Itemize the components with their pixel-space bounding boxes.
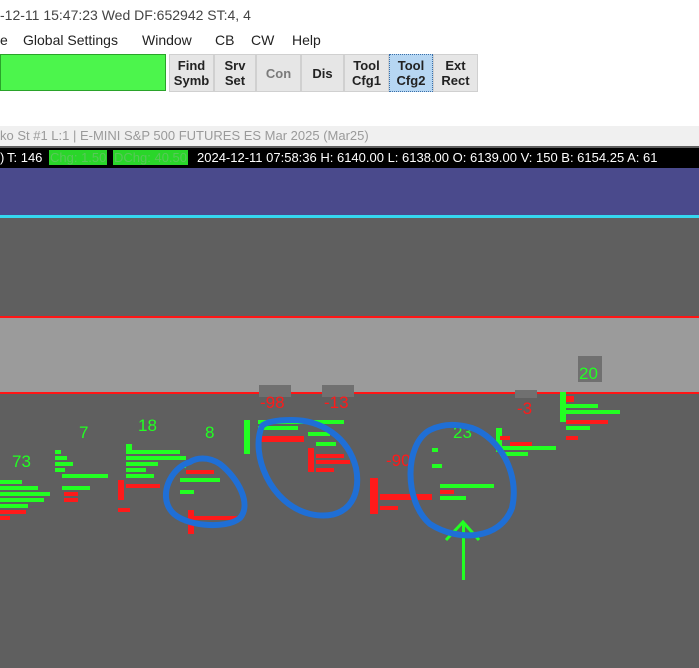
chart-title-bar: ko St #1 L:1 | E-MINI S&P 500 FUTURES ES…: [0, 126, 699, 146]
sell-bar: [64, 498, 78, 502]
buy-bar: [432, 448, 438, 452]
tool-config1-button[interactable]: Tool Cfg1: [344, 54, 389, 92]
buy-bar: [500, 446, 556, 450]
delta-label: -98: [260, 393, 285, 412]
chart-background: [0, 168, 699, 668]
buy-bar: [126, 444, 132, 450]
buy-bar: [566, 410, 620, 414]
sell-bar: [380, 506, 398, 510]
sell-bar: [566, 396, 574, 402]
menu-item-file[interactable]: e: [0, 32, 8, 48]
menu-item-global-settings[interactable]: Global Settings: [23, 32, 118, 48]
sell-bar: [0, 516, 10, 520]
delta-label: -3: [517, 399, 532, 418]
window-titlebar: -12-11 15:47:23 Wed DF:652942 ST:4, 4: [0, 0, 699, 30]
buy-bar: [0, 492, 50, 496]
buy-bar: [0, 480, 22, 484]
price-chart[interactable]: 73 7 18 8 -98 -13 -90 23 -3 20: [0, 168, 699, 668]
buy-bar: [566, 426, 590, 430]
buy-bar: [180, 490, 194, 494]
delta-label: 20: [579, 364, 598, 383]
delta-label: 18: [138, 416, 157, 435]
entry-arrow: [462, 522, 465, 580]
menu-item-help[interactable]: Help: [292, 32, 321, 48]
buy-bar: [126, 474, 154, 478]
tool-config2-button[interactable]: Tool Cfg2: [389, 54, 433, 92]
menu-item-window[interactable]: Window: [142, 32, 192, 48]
buy-bar: [55, 450, 61, 454]
menu-item-cw[interactable]: CW: [251, 32, 274, 48]
buy-bar: [0, 504, 28, 508]
buy-bar: [244, 420, 250, 454]
upper-red-line: [0, 316, 699, 318]
buy-bar: [316, 442, 336, 446]
sell-bar: [510, 442, 532, 446]
buy-bar: [0, 486, 38, 490]
buy-bar: [560, 392, 566, 422]
sell-bar: [186, 470, 214, 474]
sell-bar: [500, 436, 510, 440]
buy-bar: [126, 462, 158, 466]
sell-bar: [126, 484, 160, 488]
sell-bar: [118, 480, 124, 500]
sell-bar: [566, 436, 578, 440]
sell-bar: [118, 508, 130, 512]
info-tick-count: T: 146: [7, 150, 43, 165]
info-prefix: ): [0, 150, 5, 165]
buy-bar: [0, 498, 44, 502]
buy-bar: [126, 468, 146, 472]
menu-item-cb[interactable]: CB: [215, 32, 234, 48]
window-title: -12-11 15:47:23 Wed DF:652942 ST:4, 4: [0, 7, 251, 23]
buy-bar: [62, 474, 108, 478]
sell-bar: [370, 478, 378, 514]
delta-label: -90: [386, 451, 411, 470]
chart-title: ko St #1 L:1 | E-MINI S&P 500 FUTURES ES…: [0, 128, 369, 143]
info-bar-details: 2024-12-11 07:58:36 H: 6140.00 L: 6138.0…: [197, 150, 658, 165]
buy-bar: [308, 432, 330, 436]
buy-bar: [566, 404, 598, 408]
buy-bar: [55, 456, 67, 460]
buy-bar: [432, 464, 442, 468]
buy-bar: [126, 456, 186, 460]
sell-bar: [316, 460, 350, 464]
find-symbol-button[interactable]: Find Symb: [169, 54, 214, 92]
cyan-level-line: [0, 215, 699, 218]
chart-info-bar: ) T: 146 Chg: 1.50 DChg: 40.50 2024-12-1…: [0, 148, 699, 168]
sell-bar: [0, 510, 26, 514]
buy-bar: [62, 486, 90, 490]
buy-bar: [55, 468, 65, 472]
toolbar: Find Symb Srv Set Con Dis Tool Cfg1 Tool…: [0, 52, 699, 127]
delta-label: 7: [79, 423, 88, 442]
delta-label: 73: [12, 452, 31, 471]
label-box: [515, 390, 537, 398]
sell-bar: [316, 454, 344, 458]
sell-bar: [308, 448, 314, 472]
info-change: Chg: 1.50: [49, 150, 108, 165]
sell-bar: [380, 494, 432, 500]
buy-bar: [440, 484, 494, 488]
buy-bar: [126, 450, 180, 454]
sell-bar: [440, 490, 454, 494]
indicator-band: [0, 168, 699, 216]
server-settings-button[interactable]: Srv Set: [214, 54, 256, 92]
sell-bar: [258, 436, 304, 442]
symbol-input-field[interactable]: [0, 54, 166, 91]
connect-button[interactable]: Con: [256, 54, 301, 92]
sell-bar: [316, 468, 334, 472]
buy-bar: [180, 478, 220, 482]
buy-bar: [55, 462, 73, 466]
info-daily-change: DChg: 40.50: [113, 150, 188, 165]
extend-rectangle-button[interactable]: Ext Rect: [433, 54, 478, 92]
buy-bar: [440, 496, 466, 500]
menu-bar: e Global Settings Window CB CW Help: [0, 30, 699, 52]
sell-bar: [64, 492, 78, 496]
sell-bar: [566, 420, 608, 424]
delta-label: 8: [205, 423, 214, 442]
disconnect-button[interactable]: Dis: [301, 54, 344, 92]
delta-label: -13: [324, 393, 349, 412]
